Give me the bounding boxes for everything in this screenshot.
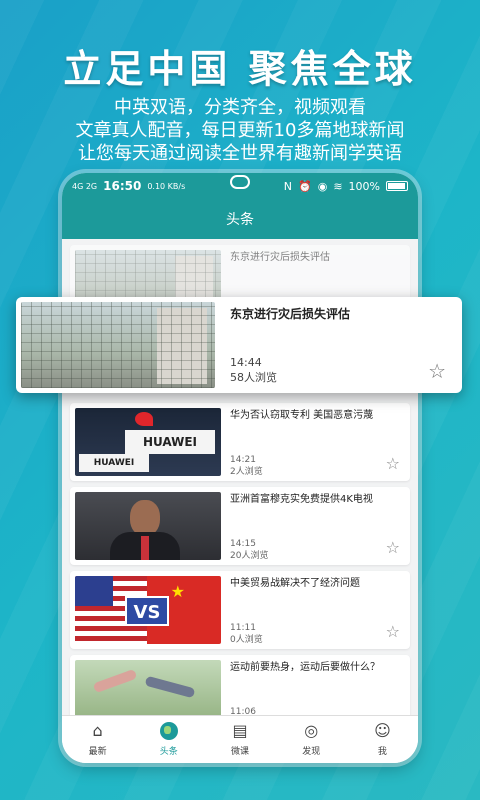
page-title: 头条 bbox=[226, 212, 254, 228]
hero-line-3: 让您每天通过阅读全世界有趣新闻学英语 bbox=[78, 143, 402, 164]
status-bar: 4G 2G 16:50 0.10 KB/s N ⏰ ◉ ≋ 100% bbox=[62, 173, 418, 199]
app-header: 头条 bbox=[62, 199, 418, 239]
us-flag-canton bbox=[75, 576, 113, 606]
favorite-star-icon[interactable]: ☆ bbox=[386, 538, 400, 557]
featured-news-card[interactable]: 东京进行灾后损失评估 14:44 58人浏览 ☆ bbox=[16, 297, 462, 393]
nav-item-microcourse[interactable]: ▤ 微课 bbox=[204, 716, 275, 763]
versus-badge: VS bbox=[125, 596, 169, 626]
hero-line-1: 中英双语，分类齐全，视频观看 bbox=[114, 97, 366, 118]
status-time: 16:50 bbox=[103, 179, 142, 193]
featured-time: 14:44 bbox=[230, 356, 262, 369]
news-thumbnail bbox=[75, 492, 221, 560]
stretching-person-image bbox=[92, 668, 138, 694]
china-star-icon: ★ bbox=[170, 582, 185, 601]
network-speed: 0.10 KB/s bbox=[147, 181, 186, 191]
scaffold-net-image bbox=[21, 302, 215, 388]
news-card-trade-war[interactable]: ★ VS 中美贸易战解决不了经济问题 11:11 0人浏览 ☆ bbox=[70, 571, 410, 649]
battery-percent: 100% bbox=[348, 179, 380, 193]
stretching-person-image bbox=[144, 675, 196, 699]
bottom-navigation: ⌂ 最新 头条 ▤ 微课 ◎ 发现 ☺ 我 bbox=[62, 715, 418, 763]
favorite-star-icon[interactable]: ☆ bbox=[386, 622, 400, 641]
phone-mockup: 4G 2G 16:50 0.10 KB/s N ⏰ ◉ ≋ 100% 头条 东京… bbox=[62, 173, 418, 763]
hero-title: 立足中国 聚焦全球 bbox=[63, 47, 417, 91]
nav-item-me[interactable]: ☺ 我 bbox=[347, 716, 418, 763]
nav-label: 我 bbox=[377, 747, 387, 757]
nav-label: 最新 bbox=[88, 747, 107, 757]
news-title: 东京进行灾后损失评估 bbox=[230, 252, 330, 263]
favorite-star-icon[interactable]: ☆ bbox=[386, 454, 400, 473]
news-title: 亚洲首富穆克实免费提供4K电视 bbox=[230, 494, 373, 505]
alarm-icon: ⏰ bbox=[298, 179, 312, 193]
news-thumbnail bbox=[75, 660, 221, 715]
news-thumbnail: HUAWEI HUAWEI bbox=[75, 408, 221, 476]
location-icon: ◉ bbox=[317, 179, 328, 193]
featured-thumbnail bbox=[21, 302, 215, 388]
news-title: 华为否认窃取专利 美国恶意污蔑 bbox=[230, 410, 374, 421]
huawei-logo-icon bbox=[135, 412, 153, 426]
user-icon: ☺ bbox=[374, 721, 391, 740]
news-time: 11:06 bbox=[230, 707, 256, 715]
nav-label: 发现 bbox=[302, 747, 321, 757]
nav-item-latest[interactable]: ⌂ 最新 bbox=[62, 716, 133, 763]
hero-line-2: 文章真人配音，每日更新10多篇地球新闻 bbox=[75, 120, 405, 141]
featured-views: 58人浏览 bbox=[230, 371, 277, 384]
news-views: 2人浏览 bbox=[230, 467, 263, 477]
camera-notch bbox=[230, 175, 250, 189]
huawei-sign-small: HUAWEI bbox=[79, 454, 149, 472]
news-title: 中美贸易战解决不了经济问题 bbox=[230, 578, 360, 589]
nfc-icon: N bbox=[283, 179, 293, 193]
nav-label: 微课 bbox=[231, 747, 250, 757]
news-views: 0人浏览 bbox=[230, 635, 263, 645]
favorite-star-icon[interactable]: ☆ bbox=[428, 359, 446, 383]
person-head-image bbox=[130, 500, 160, 536]
news-views: 20人浏览 bbox=[230, 551, 269, 561]
news-card-huawei[interactable]: HUAWEI HUAWEI 华为否认窃取专利 美国恶意污蔑 14:21 2人浏览… bbox=[70, 403, 410, 481]
network-indicator: 4G 2G bbox=[72, 181, 98, 191]
nav-item-headlines[interactable]: 头条 bbox=[133, 716, 204, 763]
news-card-ambani[interactable]: 亚洲首富穆克实免费提供4K电视 14:15 20人浏览 ☆ bbox=[70, 487, 410, 565]
hero-description: 中英双语，分类齐全，视频观看 文章真人配音，每日更新10多篇地球新闻 让您每天通… bbox=[0, 96, 480, 165]
news-thumbnail: ★ VS bbox=[75, 576, 221, 644]
battery-icon bbox=[386, 181, 408, 191]
home-icon: ⌂ bbox=[92, 721, 103, 740]
globe-icon bbox=[159, 722, 178, 740]
nav-label: 头条 bbox=[159, 747, 178, 757]
person-tie-image bbox=[141, 536, 149, 560]
planet-icon: ◎ bbox=[304, 721, 319, 740]
featured-title: 东京进行灾后损失评估 bbox=[230, 307, 351, 321]
news-card-exercise[interactable]: 运动前要热身，运动后要做什么？ 11:06 bbox=[70, 655, 410, 715]
book-icon: ▤ bbox=[232, 721, 248, 740]
nav-item-discover[interactable]: ◎ 发现 bbox=[276, 716, 347, 763]
news-title: 运动前要热身，运动后要做什么？ bbox=[230, 662, 380, 673]
huawei-sign: HUAWEI bbox=[125, 430, 215, 454]
wifi-icon: ≋ bbox=[333, 179, 343, 193]
